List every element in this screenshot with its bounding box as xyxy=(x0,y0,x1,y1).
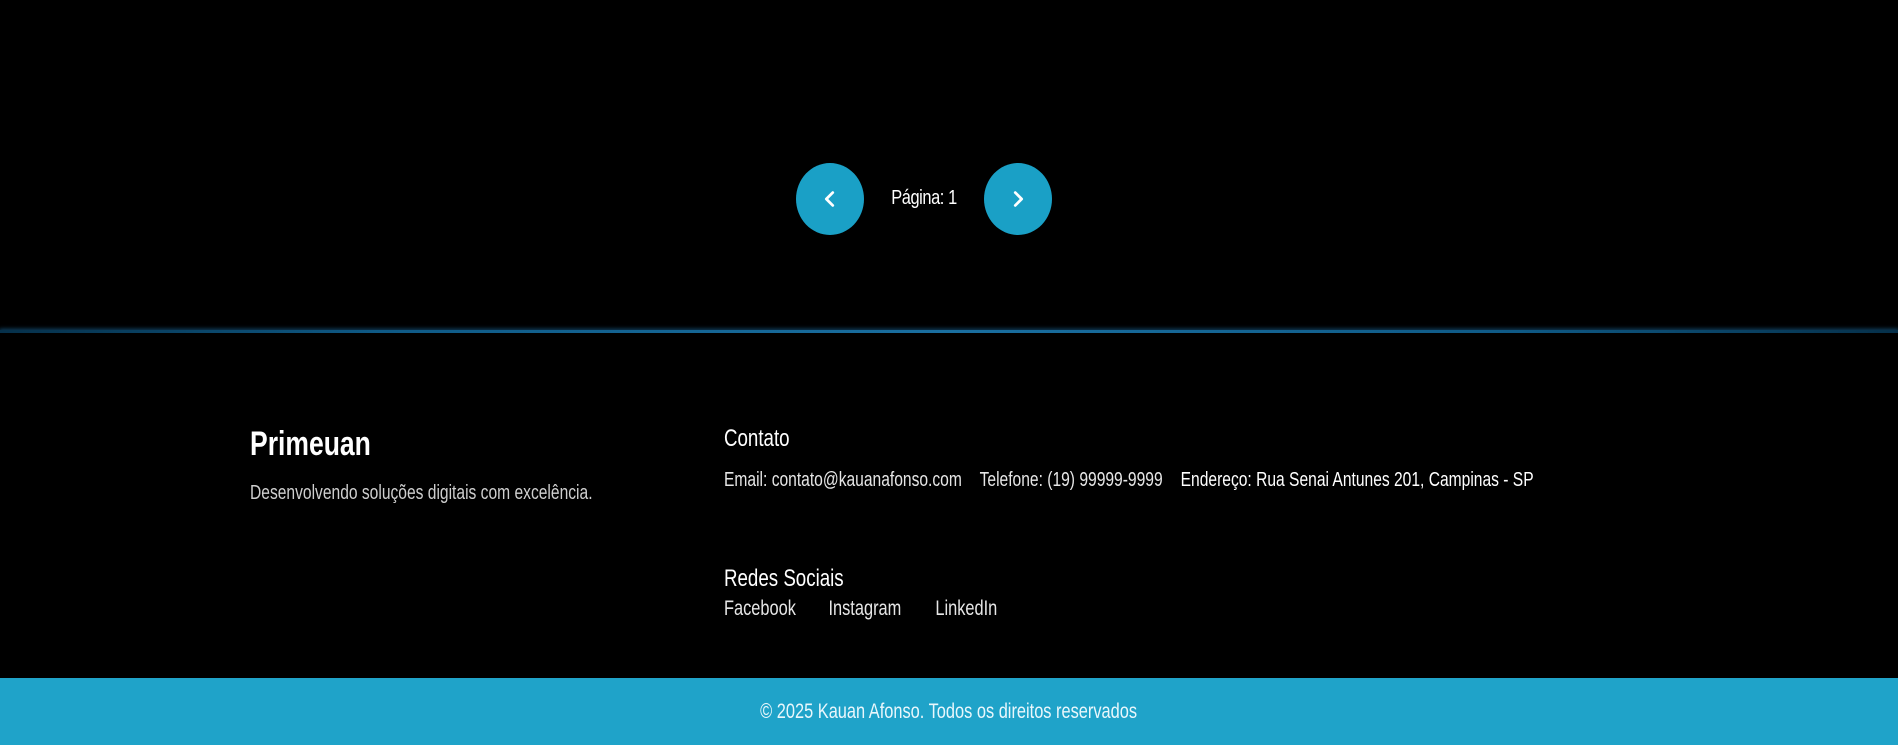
footer: Primeuan Desenvolvendo soluções digitais… xyxy=(0,333,1898,678)
footer-contact: Contato Email: contato@kauanafonso.com T… xyxy=(724,425,1762,492)
contact-title-text: Contato xyxy=(724,425,790,452)
email-label: Email: xyxy=(724,469,768,491)
address-label: Endereço: xyxy=(1180,469,1252,491)
instagram-link[interactable]: Instagram xyxy=(828,597,901,620)
linkedin-link[interactable]: LinkedIn xyxy=(935,597,997,620)
pagination: Página: 1 xyxy=(0,162,1898,235)
email-link[interactable]: contato@kauanafonso.com xyxy=(772,469,962,491)
page-indicator: Página: 1 xyxy=(891,187,957,209)
footer-social: Redes Sociais Facebook Instagram LinkedI… xyxy=(724,565,1074,621)
social-links: Facebook Instagram LinkedIn xyxy=(724,597,1074,621)
page: Página: 1 Primeuan Desenvolvendo soluçõe… xyxy=(0,0,1898,745)
contact-details: Email: contato@kauanafonso.com Telefone:… xyxy=(724,469,1762,492)
brand-description-text: Desenvolvendo soluções digitais com exce… xyxy=(250,482,593,504)
chevron-right-icon xyxy=(1013,190,1024,207)
chevron-left-icon xyxy=(824,190,835,207)
brand-title: Primeuan xyxy=(250,425,689,464)
phone-value: (19) 99999-9999 xyxy=(1047,469,1163,491)
brand-description: Desenvolvendo soluções digitais com exce… xyxy=(250,482,689,505)
phone-label: Telefone: xyxy=(979,469,1043,491)
address-value: Rua Senai Antunes 201, Campinas - SP xyxy=(1256,469,1534,491)
social-title-text: Redes Sociais xyxy=(724,565,844,592)
prev-page-button[interactable] xyxy=(795,162,864,235)
brand-title-text: Primeuan xyxy=(250,425,371,463)
contact-title: Contato xyxy=(724,425,1762,453)
copyright-text-inner: © 2025 Kauan Afonso. Todos os direitos r… xyxy=(760,699,1138,723)
copyright-bar: © 2025 Kauan Afonso. Todos os direitos r… xyxy=(0,678,1898,745)
facebook-link[interactable]: Facebook xyxy=(724,597,796,620)
footer-brand: Primeuan Desenvolvendo soluções digitais… xyxy=(250,425,689,505)
social-title: Redes Sociais xyxy=(724,565,1074,593)
next-page-button[interactable] xyxy=(984,162,1052,235)
copyright-text: © 2025 Kauan Afonso. Todos os direitos r… xyxy=(707,700,1190,724)
